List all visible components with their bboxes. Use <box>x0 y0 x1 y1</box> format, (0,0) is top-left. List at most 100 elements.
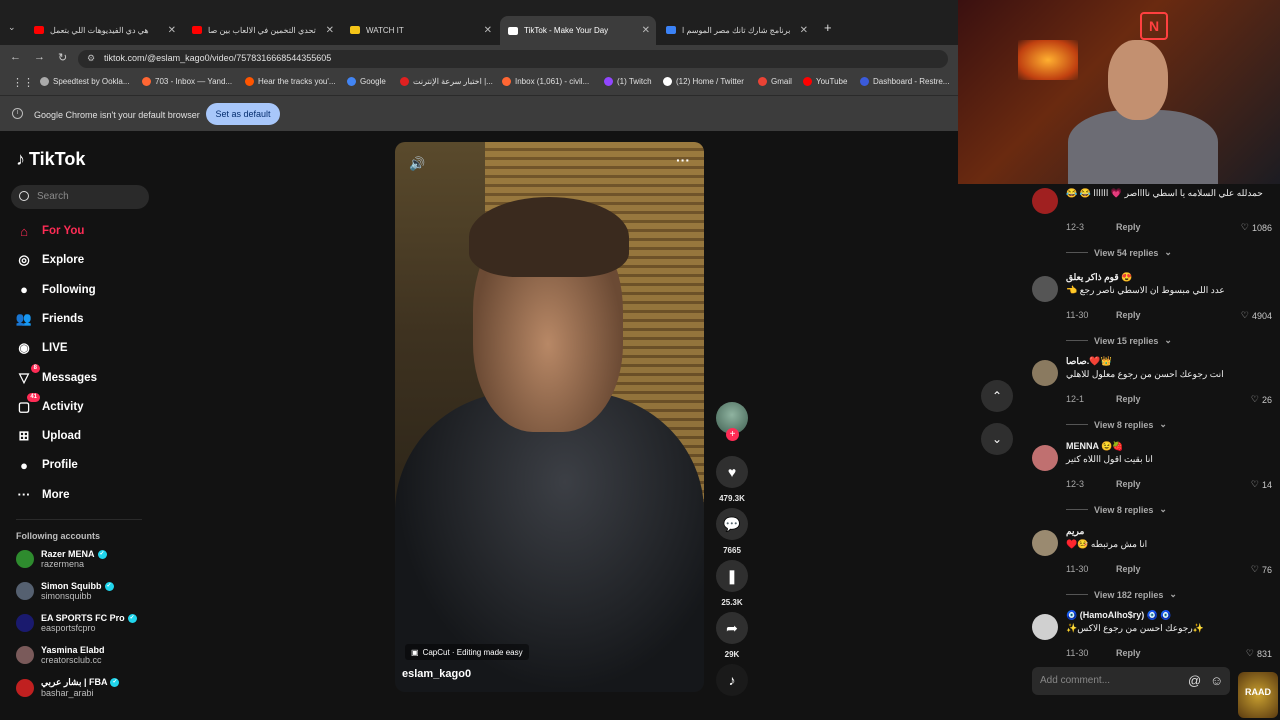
comment-button[interactable]: 💬 7665 <box>712 508 752 555</box>
comment-author[interactable]: صاصا.❤️👑 <box>1066 356 1112 367</box>
comment-author[interactable]: MENNA 😉🍓 <box>1066 441 1124 452</box>
back-icon[interactable]: ← <box>10 51 21 63</box>
comment-like-button[interactable]: ♡ 4904 <box>1241 310 1272 321</box>
tiktok-logo[interactable]: ♪ TikTok <box>16 149 85 170</box>
avatar[interactable] <box>1032 614 1058 640</box>
creator-avatar-button[interactable]: + <box>712 402 752 441</box>
avatar[interactable] <box>1032 445 1058 471</box>
view-replies-button[interactable]: View 54 replies ⌄ <box>1066 247 1172 258</box>
mention-icon[interactable]: @ <box>1188 673 1201 688</box>
tiktok-sound-button[interactable]: ♪ <box>712 664 752 696</box>
comment-like-button[interactable]: ♡ 1086 <box>1241 222 1272 233</box>
bookmark-item[interactable]: YouTube <box>803 77 847 86</box>
emoji-icon[interactable]: ☺ <box>1210 673 1223 688</box>
capcut-tag[interactable]: ▣ CapCut · Editing made easy <box>405 644 529 660</box>
view-replies-button[interactable]: View 182 replies ⌄ <box>1066 589 1177 600</box>
close-tab-icon[interactable]: ✕ <box>642 25 650 36</box>
view-replies-button[interactable]: View 8 replies ⌄ <box>1066 419 1167 430</box>
browser-tab[interactable]: WATCH IT ✕ <box>342 18 498 42</box>
comment-like-button[interactable]: ♡ 14 <box>1251 479 1272 490</box>
bookmark-item[interactable]: Speedtest by Ookla... <box>40 77 130 86</box>
sidebar-item-for-you[interactable]: ⌂ For You <box>16 223 84 239</box>
bookmark-favicon-icon <box>40 77 49 86</box>
avatar[interactable] <box>1032 188 1058 214</box>
capcut-label: CapCut · Editing made easy <box>422 647 523 657</box>
share-button[interactable]: ➦ 29K <box>712 612 752 659</box>
video-player[interactable]: 🔊 ··· ▣ CapCut · Editing made easy eslam… <box>395 142 704 692</box>
new-tab-button[interactable]: + <box>824 20 832 35</box>
reload-icon[interactable]: ↻ <box>58 51 67 64</box>
like-button[interactable]: ♥ 479.3K <box>712 456 752 503</box>
tab-search-icon[interactable]: ⌄ <box>8 22 16 33</box>
bookmark-item[interactable]: Inbox (1,061) - civil... <box>502 77 589 86</box>
sidebar-item-messages[interactable]: ▽ 8 Messages <box>16 363 97 386</box>
save-button[interactable]: ❚ 25.3K <box>712 560 752 607</box>
chevron-down-icon: ⌄ <box>1164 247 1172 257</box>
close-tab-icon[interactable]: ✕ <box>168 25 176 36</box>
bookmark-item[interactable]: Dashboard - Restre... <box>860 77 949 86</box>
sidebar-item-activity[interactable]: ▢ 41 Activity <box>16 392 84 415</box>
forward-icon[interactable]: → <box>34 51 45 63</box>
following-account[interactable]: بشار عربي | FBA ✓ bashar_arabi <box>16 677 120 698</box>
avatar[interactable] <box>1032 276 1058 302</box>
bookmark-item[interactable]: (12) Home / Twitter <box>663 77 744 86</box>
search-input[interactable]: Search <box>11 185 149 209</box>
view-replies-button[interactable]: View 8 replies ⌄ <box>1066 504 1167 515</box>
video-more-icon[interactable]: ··· <box>676 152 690 168</box>
following-account[interactable]: Yasmina Elabd creatorsclub.cc <box>16 645 105 665</box>
comment-date: 12-3 <box>1066 479 1085 489</box>
following-account[interactable]: EA SPORTS FC Pro ✓ easportsfcpro <box>16 613 137 633</box>
webcam-overlay: N <box>958 0 1280 184</box>
video-author[interactable]: eslam_kago0 <box>402 668 471 680</box>
comment-like-button[interactable]: ♡ 831 <box>1246 648 1272 659</box>
reply-button[interactable]: Reply <box>1116 648 1141 658</box>
reply-button[interactable]: Reply <box>1116 564 1141 574</box>
site-info-icon[interactable]: ⚙ <box>87 53 95 64</box>
reply-button[interactable]: Reply <box>1116 310 1141 320</box>
previous-video-button[interactable]: ⌃ <box>981 380 1013 412</box>
avatar[interactable] <box>1032 530 1058 556</box>
comment-author[interactable]: قوم ذاكر يعلق 😍 <box>1066 272 1132 283</box>
sidebar-item-upload[interactable]: ⊞ Upload <box>16 428 81 444</box>
url-field[interactable]: ⚙ tiktok.com/@eslam_kago0/video/75783166… <box>78 50 948 68</box>
bookmark-item[interactable]: Hear the tracks you'... <box>245 77 336 86</box>
bookmark-item[interactable]: Google <box>347 77 386 86</box>
heart-outline-icon: ♡ <box>1245 648 1254 658</box>
bookmark-item[interactable]: اختبار سرعة الإنترنت |... <box>400 77 493 86</box>
comment-like-button[interactable]: ♡ 76 <box>1251 564 1272 575</box>
sidebar-item-friends[interactable]: 👥 Friends <box>16 311 84 327</box>
follow-plus-icon[interactable]: + <box>726 428 739 441</box>
next-video-button[interactable]: ⌄ <box>981 423 1013 455</box>
close-tab-icon[interactable]: ✕ <box>800 25 808 36</box>
browser-tab[interactable]: تحدي التخمين في الالعاب بين صا ✕ <box>184 18 340 42</box>
bookmark-item[interactable]: Gmail <box>758 77 792 86</box>
following-account[interactable]: Razer MENA ✓ razermena <box>16 549 107 569</box>
reply-button[interactable]: Reply <box>1116 222 1141 232</box>
reply-button[interactable]: Reply <box>1116 394 1141 404</box>
avatar[interactable] <box>1032 360 1058 386</box>
sidebar-item-explore[interactable]: ◎ Explore <box>16 252 84 268</box>
sidebar-item-following[interactable]: ● Following <box>16 282 96 298</box>
close-tab-icon[interactable]: ✕ <box>326 25 334 36</box>
volume-icon[interactable]: 🔊 <box>409 156 425 172</box>
browser-tab[interactable]: برنامج شارك تانك مصر الموسم ا ✕ <box>658 18 814 42</box>
sidebar-item-more[interactable]: ··· More <box>16 487 70 503</box>
sidebar-item-live[interactable]: ◉ LIVE <box>16 340 67 356</box>
bookmark-item[interactable]: 703 - Inbox — Yand... <box>142 77 232 86</box>
close-tab-icon[interactable]: ✕ <box>484 25 492 36</box>
following-account[interactable]: Simon Squibb ✓ simonsquibb <box>16 581 114 601</box>
reply-button[interactable]: Reply <box>1116 479 1141 489</box>
infobar-message: Google Chrome isn't your default browser <box>34 110 200 120</box>
browser-tab[interactable]: هي دي الفيديوهات اللي بتعمل ✕ <box>26 18 182 42</box>
comment-item: مريم انا مش مرتبطه 🤒♥️ 11-30 Reply ♡ 76 View 1… <box>1032 526 1272 610</box>
comment-like-button[interactable]: ♡ 26 <box>1251 394 1272 405</box>
comment-author[interactable]: مريم <box>1066 526 1084 537</box>
sidebar-item-profile[interactable]: ● Profile <box>16 457 78 473</box>
view-replies-button[interactable]: View 15 replies ⌄ <box>1066 335 1172 346</box>
tab-favicon-icon <box>508 26 518 35</box>
comment-author[interactable]: 🧿 (HamoAlho$ry) 🧿 🧿 <box>1066 610 1172 621</box>
bookmark-item[interactable]: (1) Twitch <box>604 77 652 86</box>
apps-icon[interactable]: ⋮⋮ <box>12 76 34 89</box>
browser-tab[interactable]: TikTok - Make Your Day ✕ <box>500 16 656 45</box>
set-default-button[interactable]: Set as default <box>206 103 280 125</box>
